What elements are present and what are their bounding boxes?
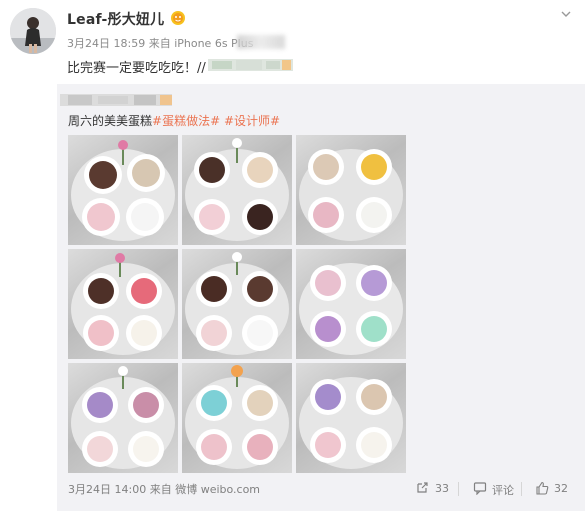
tag-designer[interactable]: #设计师# [224, 114, 280, 128]
image-grid [68, 135, 408, 477]
cake-photo-5[interactable] [182, 249, 292, 359]
repost-meta: 3月24日 14:00 来自 微博 weibo.com [68, 481, 260, 497]
cake-photo-3[interactable] [296, 135, 406, 245]
redacted-mention [208, 59, 293, 71]
cake-photo-6[interactable] [296, 249, 406, 359]
post-text: 比完赛一定要吃吃吃！// [67, 61, 206, 76]
repost-caption: 周六的美美蛋糕 [68, 114, 153, 128]
like-count[interactable]: 32 [554, 482, 568, 495]
vip-level-icon[interactable] [170, 10, 186, 26]
avatar[interactable] [10, 8, 56, 54]
repost-date[interactable]: 3月24日 14:00 [68, 483, 146, 496]
comment-button[interactable]: 评论 [492, 482, 514, 498]
comment-icon[interactable] [473, 481, 487, 495]
user-avatar-photo [10, 8, 56, 54]
chevron-down-icon[interactable] [561, 10, 571, 18]
cake-photo-1[interactable] [68, 135, 178, 245]
cake-photo-9[interactable] [296, 363, 406, 473]
repost-text: 周六的美美蛋糕#蛋糕做法# #设计师# [68, 112, 280, 129]
username[interactable]: Leaf-彤大妞儿 [67, 9, 164, 29]
cake-photo-8[interactable] [182, 363, 292, 473]
cake-photo-2[interactable] [182, 135, 292, 245]
cake-photo-4[interactable] [68, 249, 178, 359]
divider [458, 482, 459, 496]
repost-source: 来自 微博 weibo.com [149, 483, 261, 496]
cake-photo-7[interactable] [68, 363, 178, 473]
tag-cake-recipe[interactable]: #蛋糕做法# [152, 114, 220, 128]
post-date[interactable]: 3月24日 18:59 [67, 37, 145, 50]
divider [521, 482, 522, 496]
redacted-block [237, 35, 285, 49]
share-count[interactable]: 33 [435, 482, 449, 495]
post-meta: 3月24日 18:59 来自 iPhone 6s Plus [67, 35, 253, 51]
like-icon[interactable] [535, 481, 549, 495]
share-icon[interactable] [415, 481, 429, 495]
redacted-original-author [60, 94, 172, 106]
